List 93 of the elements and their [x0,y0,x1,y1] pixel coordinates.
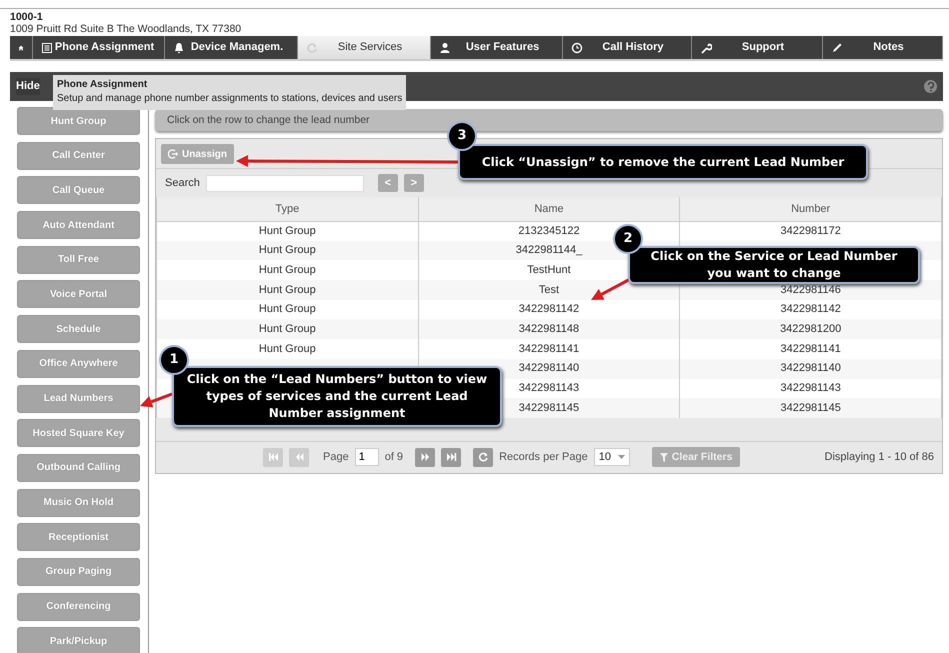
table-cell: Hunt Group [258,224,316,237]
table-cell: Hunt Group [258,244,316,256]
list-icon [41,42,53,54]
next-button[interactable]: > [404,174,424,192]
pointer-arrow [140,392,173,408]
search-field[interactable] [206,174,364,192]
column-header[interactable]: Type [156,197,418,221]
sidebar-button[interactable]: Lead Numbers [17,384,140,412]
clock-icon [571,42,583,54]
user-icon [439,42,451,54]
sidebar-button[interactable]: Outbound Calling [17,454,140,482]
sidebar-button[interactable]: Schedule [17,315,140,344]
search-label: Search [165,176,200,191]
filter-icon [660,452,668,462]
last-page-button[interactable] [441,448,462,467]
table-cell: Test [538,284,560,296]
previous-button[interactable]: < [378,174,398,192]
column-header[interactable]: Name [418,197,680,221]
table-cell: Hunt Group [258,323,316,336]
table-cell: 3422981144_ [516,244,582,256]
callout-box: Click on the “Lead Numbers” button to view types of services and the current Lead Number assignment [172,366,502,427]
table-cell: 3422981142 [518,303,580,316]
nav-tab[interactable]: Site Services [298,36,431,59]
caret-icon [618,455,625,460]
nav-tab[interactable]: Phone Assignment [33,36,165,59]
table-cell: Hunt Group [258,264,316,276]
clear-filters-button[interactable]: Clear Filters [652,447,740,468]
page-label: Page [323,450,349,466]
records-dropdown[interactable]: 10 [594,448,630,466]
next-page-button[interactable] [415,448,436,467]
sidebar-button[interactable]: Park/Pickup [17,627,140,653]
record-count: Displaying 1 - 10 of 86 [824,450,934,466]
previous-page-button[interactable] [289,448,309,467]
table-cell: Hunt Group [258,284,316,296]
bell-icon [173,42,185,54]
table-cell: 3422981146 [780,284,841,296]
sidebar-button[interactable]: Group Paging [17,558,140,586]
table-cell: 3422981143 [780,382,841,394]
forward-icon [420,452,431,462]
table-cell: 3422981145 [518,402,580,414]
rewind-icon [294,452,304,462]
callout-box: Click on the Service or Lead Number you want to change [628,246,920,284]
refresh-button[interactable] [473,448,494,467]
unassign-icon [168,149,178,159]
table-cell: 2132345122 [518,224,580,237]
sidebar-button[interactable]: Call Queue [17,176,140,204]
table-cell: 3422981141 [518,342,580,355]
page-field[interactable]: 1 [354,448,379,466]
refresh-icon [478,452,489,462]
help-icon[interactable] [924,80,937,93]
last-icon [446,452,457,462]
sidebar-button[interactable]: Voice Portal [17,280,140,308]
table-cell: 3422981143 [518,382,580,394]
nav-tab[interactable]: User Features [431,36,563,59]
callout-box: Click “Unassign” to remove the current Lead Number [458,144,868,180]
column-header[interactable]: Number [680,197,942,221]
sidebar-button[interactable]: Receptionist [17,523,140,552]
first-page-button[interactable] [263,448,283,467]
account-number: 1000-1 [10,11,44,23]
table-cell: 3422981140 [780,362,841,374]
tooltip-title: Phone Assignment [57,78,148,92]
table-cell: 3422981142 [780,303,841,316]
sidebar-button[interactable]: Hosted Square Key [17,419,140,448]
table-cell: 3422981145 [780,402,841,414]
table-cell: 3422981140 [518,362,580,374]
table-cell: 3422981200 [780,323,842,336]
sidebar-button[interactable]: Call Center [17,142,140,170]
table-cell: Hunt Group [258,303,316,316]
sidebar-button[interactable]: Music On Hold [17,488,140,517]
address-text: 1009 Pruitt Rd Suite B The Woodlands, TX 77380 [10,23,242,35]
nav-tab[interactable]: Notes [823,36,943,59]
table-cell: TestHunt [527,264,571,276]
table-cell: Hunt Group [258,342,316,355]
sidebar-button[interactable]: Conferencing [17,592,140,621]
nav-tab[interactable]: Device Managem. [165,36,298,59]
sidebar-button[interactable]: Hunt Group [17,107,140,135]
nav-tab[interactable]: Support [692,36,823,59]
sidebar-button[interactable]: Toll Free [17,246,140,274]
first-icon [268,452,278,462]
hide-button[interactable]: Hide [16,78,40,95]
nav-tab[interactable]: Call History [563,36,692,59]
sidebar-button[interactable]: Auto Attendant [17,211,140,240]
pencil-icon [831,42,843,54]
sidebar-button[interactable]: Office Anywhere [17,350,140,378]
records-label: Records per Page [499,450,588,466]
tooltip-text: Setup and manage phone number assignments to stations, devices and users [57,92,402,106]
refresh-icon [306,42,318,54]
table-cell: 3422981172 [780,224,841,237]
home-tab[interactable] [10,36,33,59]
wrench-icon [700,42,712,54]
table-cell: 3422981148 [518,323,580,336]
page-count: of 9 [384,450,404,466]
table-cell: 3422981141 [780,342,841,355]
